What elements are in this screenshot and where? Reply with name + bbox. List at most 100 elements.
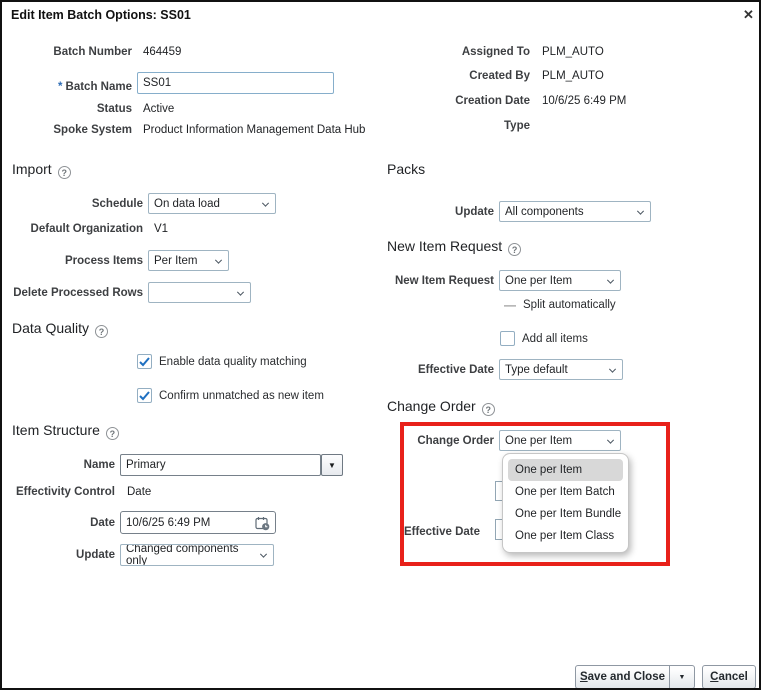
split-automatically-label: Split automatically [523,299,616,311]
change-order-section-heading: Change Order? [387,398,495,416]
save-and-close-button[interactable]: Save and Close [575,665,670,688]
spoke-system-label: Spoke System [53,124,132,136]
dropdown-option-one-per-item-class[interactable]: One per Item Class [508,525,623,547]
help-icon[interactable]: ? [481,403,495,416]
save-and-close-dropdown-button[interactable]: ▼ [669,665,695,688]
change-order-value: One per Item [505,434,573,447]
enable-matching-checkbox[interactable] [137,354,152,369]
checkmark-icon [139,390,150,400]
date-time-picker-icon[interactable] [255,516,270,533]
chevron-down-icon [259,550,268,558]
batch-number-value: 464459 [143,46,182,58]
close-icon[interactable]: ✕ [743,8,754,22]
batch-name-label-row: * Batch Name [58,77,132,95]
change-order-label: Change Order [417,435,494,447]
help-icon[interactable]: ? [95,325,109,338]
new-item-request-section-heading: New Item Request? [387,238,522,256]
type-label: Type [504,120,530,132]
new-item-request-select[interactable]: One per Item [499,270,621,291]
help-icon[interactable]: ? [57,166,71,179]
nir-effective-date-value: Type default [505,363,568,376]
structure-date-value: 10/6/25 6:49 PM [126,516,211,529]
chevron-down-icon [636,207,645,215]
structure-date-input[interactable]: 10/6/25 6:49 PM [120,511,276,534]
schedule-value: On data load [154,197,220,210]
structure-update-label: Update [76,549,115,561]
structure-name-dropdown-button[interactable]: ▼ [321,454,343,476]
effectivity-control-value: Date [127,486,152,498]
nir-effective-date-label: Effective Date [417,364,494,376]
dialog-title: Edit Item Batch Options: SS01 [11,8,191,22]
dropdown-option-one-per-item-batch[interactable]: One per Item Batch [508,481,623,503]
spoke-system-value: Product Information Management Data Hub [143,124,366,136]
data-quality-section-heading: Data Quality? [12,320,109,338]
packs-update-label: Update [455,206,494,218]
structure-date-label: Date [90,517,115,529]
creation-date-value: 10/6/25 6:49 PM [542,95,627,107]
item-structure-section-heading: Item Structure? [12,422,119,440]
chevron-down-icon [214,256,223,264]
chevron-down-icon [608,365,617,373]
split-automatically-disabled-checkbox: — [504,298,516,312]
structure-name-label: Name [83,459,115,471]
import-section-heading: Import? [12,161,71,179]
change-order-dropdown-popup: One per Item One per Item Batch One per … [502,453,629,553]
cancel-button[interactable]: Cancel [702,665,756,688]
change-order-select[interactable]: One per Item [499,430,621,451]
assigned-to-value: PLM_AUTO [542,46,604,58]
edit-item-batch-options-dialog: Edit Item Batch Options: SS01 ✕ Batch Nu… [0,0,761,690]
assigned-to-label: Assigned To [461,46,530,58]
schedule-select[interactable]: On data load [148,193,276,214]
batch-number-label: Batch Number [53,46,132,58]
created-by-label: Created By [469,70,530,82]
data-quality-heading-text: Data Quality [12,320,90,336]
chevron-down-icon [606,276,615,284]
dropdown-option-one-per-item-bundle[interactable]: One per Item Bundle [508,503,623,525]
batch-name-label: Batch Name [65,81,132,93]
delete-processed-rows-label: Delete Processed Rows [13,287,143,299]
schedule-label: Schedule [91,198,143,210]
change-order-heading-text: Change Order [387,398,476,414]
confirm-unmatched-checkbox[interactable] [137,388,152,403]
co-effective-date-label: Effective Date [403,526,480,538]
creation-date-label: Creation Date [455,95,530,107]
add-all-items-label: Add all items [522,333,588,345]
batch-name-input[interactable] [137,72,334,94]
created-by-value: PLM_AUTO [542,70,604,82]
effectivity-control-label: Effectivity Control [15,486,115,498]
delete-processed-rows-select[interactable] [148,282,251,303]
checkmark-icon [139,356,150,366]
new-item-request-value: One per Item [505,274,573,287]
process-items-select[interactable]: Per Item [148,250,229,271]
structure-update-select[interactable]: Changed components only [120,544,274,566]
structure-name-combobox[interactable]: Primary [120,454,321,476]
chevron-down-icon [236,288,245,296]
new-item-request-heading-text: New Item Request [387,238,503,254]
save-and-close-label: Save and Close [579,671,665,683]
chevron-down-icon [606,436,615,444]
import-heading-text: Import [12,161,52,177]
help-icon[interactable]: ? [105,427,119,440]
enable-matching-label: Enable data quality matching [159,356,307,368]
add-all-items-checkbox[interactable] [500,331,515,346]
required-marker: * [58,81,63,93]
process-items-label: Process Items [65,255,143,267]
item-structure-heading-text: Item Structure [12,422,100,438]
new-item-request-label: New Item Request [394,275,494,287]
cancel-label: Cancel [710,671,748,683]
chevron-down-icon [261,199,270,207]
nir-effective-date-select[interactable]: Type default [499,359,623,380]
packs-update-select[interactable]: All components [499,201,651,222]
packs-update-value: All components [505,205,584,218]
packs-section-heading: Packs [387,161,426,177]
status-value: Active [143,103,175,115]
structure-update-value: Changed components only [126,544,239,566]
confirm-unmatched-label: Confirm unmatched as new item [159,390,324,402]
process-items-value: Per Item [154,254,198,267]
structure-name-value: Primary [126,459,166,471]
status-label: Status [96,103,132,115]
default-organization-label: Default Organization [30,223,143,235]
help-icon[interactable]: ? [508,243,522,256]
default-organization-value: V1 [154,223,169,235]
dropdown-option-one-per-item[interactable]: One per Item [508,459,623,481]
